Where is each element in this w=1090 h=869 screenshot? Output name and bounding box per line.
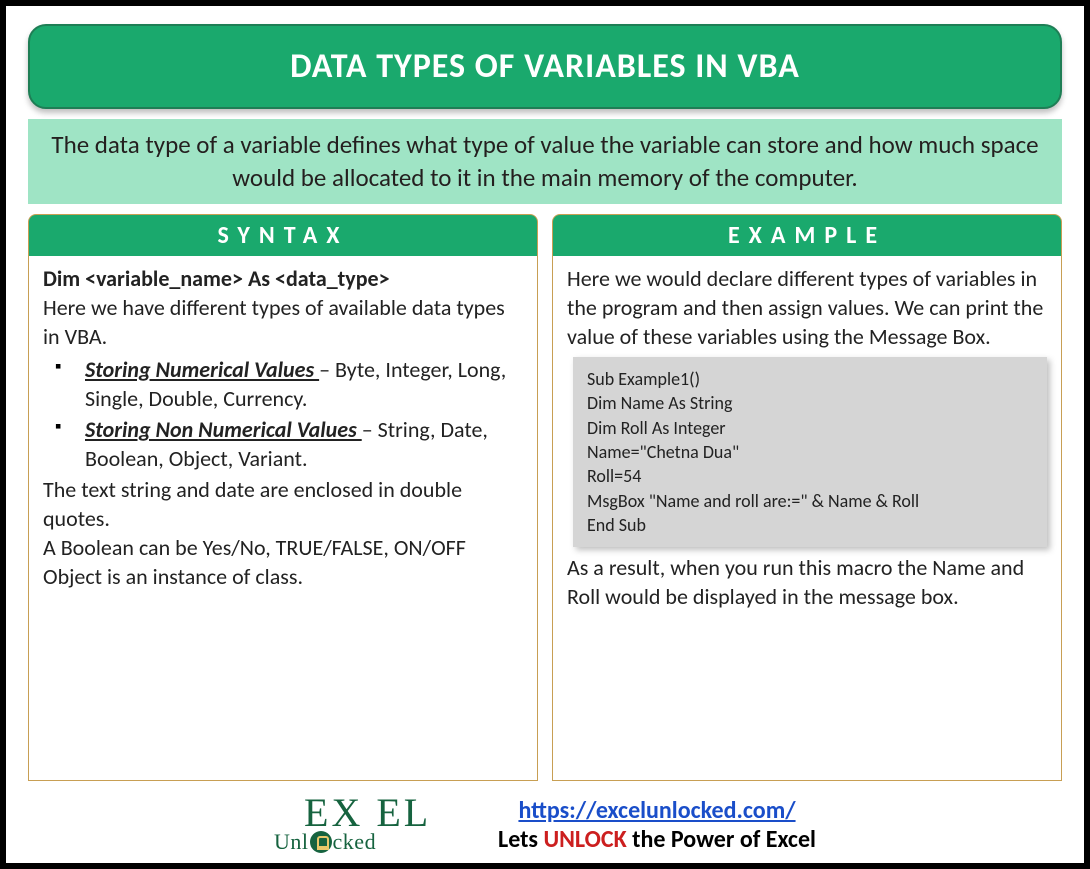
footer-text: https://excelunlocked.com/ Lets UNLOCK t… [498, 796, 816, 854]
example-body: Here we would declare different types of… [552, 256, 1062, 781]
code-box: Sub Example1() Dim Name As String Dim Ro… [573, 357, 1047, 547]
code-line: Dim Roll As Integer [587, 416, 1033, 440]
syntax-code-line: Dim <variable_name> As <data_type> [43, 264, 523, 293]
tagline-pre: Lets [498, 825, 543, 854]
example-intro: Here we would declare different types of… [567, 264, 1047, 351]
document-frame: DATA TYPES OF VARIABLES IN VBA The data … [0, 0, 1090, 869]
brand-logo: EX EL Unlcked [274, 795, 474, 855]
syntax-header: SYNTAX [28, 214, 538, 256]
example-header: EXAMPLE [552, 214, 1062, 256]
list-item: Storing Non Numerical Values – String, D… [43, 415, 523, 473]
code-line: Sub Example1() [587, 367, 1033, 391]
example-column: EXAMPLE Here we would declare different … [552, 214, 1062, 781]
syntax-bullets: Storing Numerical Values – Byte, Integer… [43, 355, 523, 473]
code-line: Dim Name As String [587, 391, 1033, 415]
syntax-column: SYNTAX Dim <variable_name> As <data_type… [28, 214, 538, 781]
syntax-note: A Boolean can be Yes/No, TRUE/FALSE, ON/… [43, 533, 523, 562]
lock-icon [310, 831, 332, 853]
bullet-head: Storing Numerical Values [85, 356, 319, 383]
tagline-post: the Power of Excel [627, 825, 816, 854]
logo-bot-post: cked [333, 829, 377, 854]
columns: SYNTAX Dim <variable_name> As <data_type… [28, 214, 1062, 781]
syntax-note: The text string and date are enclosed in… [43, 475, 523, 533]
footer: EX EL Unlcked https://excelunlocked.com/… [28, 791, 1062, 855]
code-line: Name="Chetna Dua" [587, 440, 1033, 464]
logo-bot-pre: Unl [274, 829, 309, 854]
bullet-head: Storing Non Numerical Values [85, 416, 362, 443]
code-line: End Sub [587, 513, 1033, 537]
example-outro: As a result, when you run this macro the… [567, 553, 1047, 611]
site-link[interactable]: https://excelunlocked.com/ [518, 796, 795, 825]
description-box: The data type of a variable defines what… [28, 119, 1062, 204]
tagline-unlock: UNLOCK [543, 825, 626, 854]
code-line: MsgBox "Name and roll are:=" & Name & Ro… [587, 489, 1033, 513]
list-item: Storing Numerical Values – Byte, Integer… [43, 355, 523, 413]
syntax-note: Object is an instance of class. [43, 562, 523, 591]
syntax-intro: Here we have different types of availabl… [43, 293, 523, 351]
logo-top-text: EX EL [304, 795, 474, 831]
syntax-body: Dim <variable_name> As <data_type> Here … [28, 256, 538, 781]
page-title: DATA TYPES OF VARIABLES IN VBA [28, 24, 1062, 109]
code-line: Roll=54 [587, 464, 1033, 488]
logo-bottom-text: Unlcked [274, 827, 474, 855]
